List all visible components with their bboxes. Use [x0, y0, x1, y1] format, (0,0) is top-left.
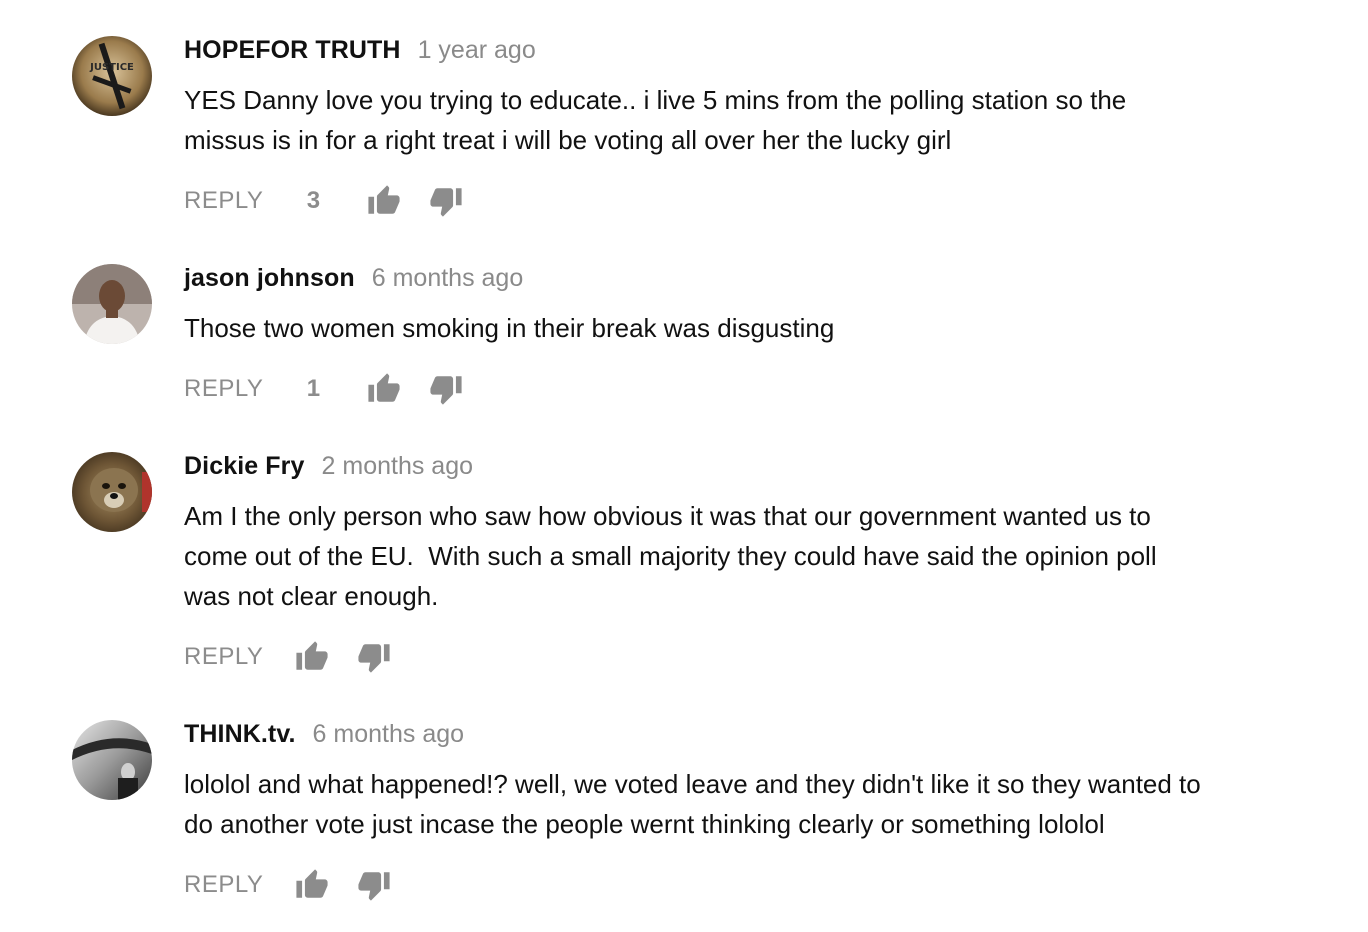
like-count: 1	[306, 375, 321, 402]
reply-button[interactable]: REPLY	[184, 871, 263, 899]
avatar-image	[72, 452, 152, 532]
avatar[interactable]	[72, 264, 152, 344]
comment-actions: REPLY 1	[184, 369, 463, 409]
reply-button[interactable]: REPLY	[184, 187, 263, 215]
thumb-up-icon[interactable]	[295, 868, 329, 902]
reply-button[interactable]: REPLY	[184, 375, 263, 403]
comment-item: jason johnson 6 months ago Those two wom…	[0, 264, 1368, 414]
comment-item: JUSTICE HOPEFOR TRUTH 1 year ago YES Dan…	[0, 36, 1368, 226]
timestamp[interactable]: 6 months ago	[313, 720, 465, 749]
comment-body: HOPEFOR TRUTH 1 year ago YES Danny love …	[184, 36, 1304, 217]
avatar[interactable]: JUSTICE	[72, 36, 152, 116]
comment-text: YES Danny love you trying to educate.. i…	[184, 85, 1127, 155]
thumb-down-icon[interactable]	[429, 184, 463, 218]
comment-item: Dickie Fry 2 months ago Am I the only pe…	[0, 452, 1368, 682]
thumb-up-icon[interactable]	[295, 640, 329, 674]
comment-header: THINK.tv. 6 months ago	[184, 720, 1304, 754]
avatar-image	[72, 264, 152, 344]
thumb-down-icon[interactable]	[357, 640, 391, 674]
timestamp[interactable]: 2 months ago	[322, 452, 474, 481]
comment-header: Dickie Fry 2 months ago	[184, 452, 1304, 486]
reply-button[interactable]: REPLY	[184, 643, 263, 671]
comment-item: THINK.tv. 6 months ago lololol and what …	[0, 720, 1368, 910]
timestamp[interactable]: 6 months ago	[372, 264, 524, 293]
thumb-up-icon[interactable]	[367, 184, 401, 218]
author-name[interactable]: THINK.tv.	[184, 720, 296, 749]
comment-text: Those two women smoking in their break w…	[184, 313, 835, 343]
comment-header: HOPEFOR TRUTH 1 year ago	[184, 36, 1304, 70]
comment-list: JUSTICE HOPEFOR TRUTH 1 year ago YES Dan…	[0, 0, 1368, 932]
comment-text: lololol and what happened!? well, we vot…	[184, 769, 1201, 839]
timestamp[interactable]: 1 year ago	[418, 36, 536, 65]
avatar[interactable]	[72, 720, 152, 800]
comment-actions: REPLY	[184, 865, 391, 905]
svg-text:JUSTICE: JUSTICE	[89, 62, 134, 73]
comment-actions: REPLY	[184, 637, 391, 677]
thumb-down-icon[interactable]	[429, 372, 463, 406]
avatar[interactable]	[72, 452, 152, 532]
thumb-up-icon[interactable]	[367, 372, 401, 406]
comment-text: Am I the only person who saw how obvious…	[184, 501, 1157, 611]
comment-header: jason johnson 6 months ago	[184, 264, 1304, 298]
like-count: 3	[306, 187, 321, 214]
comment-body: THINK.tv. 6 months ago lololol and what …	[184, 720, 1304, 901]
author-name[interactable]: HOPEFOR TRUTH	[184, 36, 401, 65]
avatar-image	[72, 720, 152, 800]
comment-actions: REPLY 3	[184, 181, 463, 221]
avatar-image: JUSTICE	[72, 36, 152, 116]
author-name[interactable]: Dickie Fry	[184, 452, 305, 481]
comment-body: Dickie Fry 2 months ago Am I the only pe…	[184, 452, 1304, 673]
thumb-down-icon[interactable]	[357, 868, 391, 902]
author-name[interactable]: jason johnson	[184, 264, 355, 293]
comment-body: jason johnson 6 months ago Those two wom…	[184, 264, 1304, 405]
